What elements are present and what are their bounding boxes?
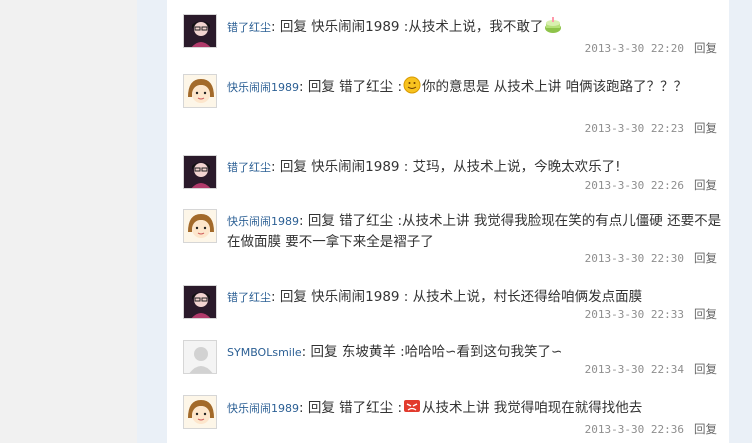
cartoon-girl-icon[interactable] [183, 395, 217, 429]
reply-target: 快乐闹闹1989 [311, 289, 400, 305]
comment-author-link[interactable]: 快乐闹闹1989 [227, 402, 299, 415]
comment-item: 错了红尘: 回复 快乐闹闹1989 :从技术上说，我不敢了 2013-3-30 … [183, 14, 723, 62]
comment-meta: 2013-3-30 22:36 回复 [585, 421, 717, 437]
reply-target: 快乐闹闹1989 [311, 19, 400, 35]
reply-target: 错了红尘 [339, 213, 394, 229]
comment-item: 错了红尘: 回复 快乐闹闹1989 : 从技术上说，村长还得给咱俩发点面膜 20… [183, 285, 723, 325]
comment-item: 快乐闹闹1989: 回复 错了红尘 : 从技术上讲 我觉得咱现在就得找他去 201… [183, 395, 723, 439]
comment-author-link[interactable]: 错了红尘 [227, 291, 271, 304]
separator: : [301, 344, 307, 360]
comment-text: 你的意思是 从技术上讲 咱俩该跑路了？？？ [422, 79, 688, 95]
reply-button[interactable]: 回复 [694, 362, 717, 376]
separator: : [299, 79, 304, 95]
comment-text: : 从技术上说，村长还得给咱俩发点面膜 [399, 289, 643, 305]
separator: : [271, 19, 276, 35]
comment-author-link[interactable]: 快乐闹闹1989 [227, 81, 299, 94]
reply-button[interactable]: 回复 [694, 178, 717, 192]
timestamp: 2013-3-30 22:34 [584, 363, 684, 376]
reply-prefix: 回复 [307, 79, 335, 95]
cartoon-girl-icon[interactable] [183, 209, 217, 243]
comment-text: : [393, 79, 402, 95]
comment-author-link[interactable]: 错了红尘 [227, 161, 271, 174]
comment-text: : [393, 400, 402, 416]
comment-list: 错了红尘: 回复 快乐闹闹1989 :从技术上说，我不敢了 2013-3-30 … [167, 0, 729, 443]
reply-button[interactable]: 回复 [694, 307, 717, 321]
timestamp: 2013-3-30 22:26 [584, 179, 684, 192]
comment-meta: 2013-3-30 22:23 回复 [585, 120, 717, 136]
timestamp: 2013-3-30 22:23 [584, 122, 684, 135]
girl-icon[interactable] [183, 14, 217, 48]
cartoon-girl-icon[interactable] [183, 74, 217, 108]
reply-prefix: 回复 [279, 159, 307, 175]
reply-target: 东坡黄羊 [341, 344, 396, 360]
reply-prefix: 回复 [279, 19, 307, 35]
comment-text: : 艾玛，从技术上说，今晚太欢乐了! [399, 159, 621, 175]
comment-item: 快乐闹闹1989: 回复 错了红尘 : 你的意思是 从技术上讲 咱俩该跑路了？？？… [183, 74, 723, 138]
angry-emoticon [403, 397, 421, 415]
cake-emoticon [544, 16, 562, 34]
reply-prefix: 回复 [307, 400, 335, 416]
comment-item: 快乐闹闹1989: 回复 错了红尘 :从技术上讲 我觉得我脸现在笑的有点儿僵硬 … [183, 209, 723, 267]
comment-meta: 2013-3-30 22:30 回复 [585, 250, 717, 266]
reply-button[interactable]: 回复 [694, 422, 717, 436]
comment-meta: 2013-3-30 22:33 回复 [585, 306, 717, 322]
timestamp: 2013-3-30 22:33 [584, 308, 684, 321]
comment-author-link[interactable]: 错了红尘 [227, 21, 271, 34]
comment-author-link[interactable]: SYMBOLsmile [227, 346, 302, 359]
reply-button[interactable]: 回复 [694, 41, 717, 55]
comment-text: 从技术上讲 我觉得咱现在就得找他去 [422, 400, 643, 416]
separator: : [271, 289, 276, 305]
comment-author-link[interactable]: 快乐闹闹1989 [227, 215, 299, 228]
reply-target: 错了红尘 [339, 400, 394, 416]
reply-button[interactable]: 回复 [694, 121, 717, 135]
default-user-icon[interactable] [183, 340, 217, 374]
comment-item: SYMBOLsmile: 回复 东坡黄羊 :哈哈哈∽看到这句我笑了∽ 2013-… [183, 340, 723, 380]
comment-meta: 2013-3-30 22:20 回复 [585, 40, 717, 56]
separator: : [299, 400, 304, 416]
girl-icon[interactable] [183, 285, 217, 319]
reply-target: 快乐闹闹1989 [311, 159, 400, 175]
reply-prefix: 回复 [307, 213, 335, 229]
girl-icon[interactable] [183, 155, 217, 189]
timestamp: 2013-3-30 22:30 [584, 252, 684, 265]
comment-text: :哈哈哈∽看到这句我笑了∽ [395, 344, 563, 360]
timestamp: 2013-3-30 22:20 [584, 42, 684, 55]
separator: : [271, 159, 276, 175]
separator: : [299, 213, 304, 229]
reply-button[interactable]: 回复 [694, 251, 717, 265]
smile-emoticon [403, 76, 421, 94]
comment-meta: 2013-3-30 22:26 回复 [585, 177, 717, 193]
comment-meta: 2013-3-30 22:34 回复 [585, 361, 717, 377]
comment-text: :从技术上说，我不敢了 [399, 19, 544, 35]
timestamp: 2013-3-30 22:36 [584, 423, 684, 436]
reply-prefix: 回复 [279, 289, 307, 305]
reply-prefix: 回复 [310, 344, 338, 360]
comment-item: 错了红尘: 回复 快乐闹闹1989 : 艾玛，从技术上说，今晚太欢乐了! 201… [183, 155, 723, 195]
reply-target: 错了红尘 [339, 79, 394, 95]
left-sidebar [0, 0, 137, 443]
